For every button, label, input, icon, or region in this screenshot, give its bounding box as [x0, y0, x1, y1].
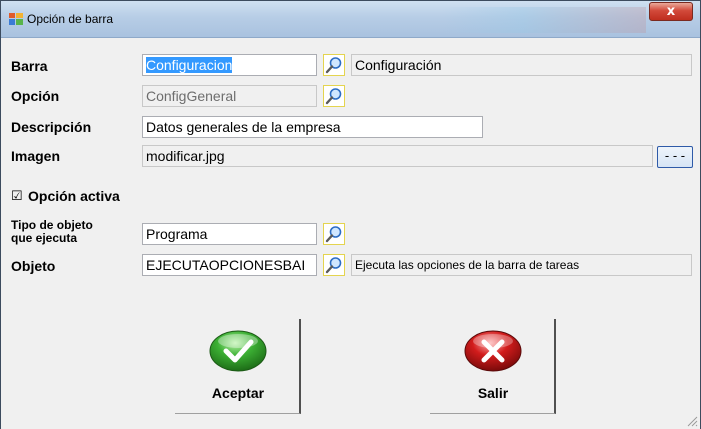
- barra-label: Barra: [11, 58, 48, 74]
- resize-grip-icon[interactable]: [686, 415, 698, 427]
- opcion-label: Opción: [11, 88, 60, 104]
- title-bar[interactable]: Opción de barra x: [1, 1, 700, 38]
- objeto-label: Objeto: [11, 258, 56, 274]
- barra-description-field: Configuración: [351, 54, 692, 76]
- barra-input-text: Configuracion: [146, 57, 233, 73]
- checkbox-icon[interactable]: ☑: [11, 189, 23, 202]
- title-bar-background-glow: [441, 7, 646, 33]
- imagen-input[interactable]: modificar.jpg: [142, 145, 653, 167]
- opcion-input[interactable]: ConfigGeneral: [142, 85, 317, 107]
- window-title: Opción de barra: [27, 12, 114, 26]
- form-area: Barra Configuracion Configuración Opción…: [1, 38, 700, 429]
- tipo-objeto-label: Tipo de objeto que ejecuta: [11, 219, 93, 245]
- opcion-activa-label: Opción activa: [28, 188, 120, 204]
- opcion-search-button[interactable]: [323, 85, 345, 107]
- search-icon: [325, 257, 342, 274]
- imagen-label: Imagen: [11, 148, 61, 164]
- close-button[interactable]: x: [649, 2, 693, 21]
- descripcion-label: Descripción: [11, 119, 92, 135]
- search-icon: [325, 88, 342, 105]
- objeto-description-field: Ejecuta las opciones de la barra de tare…: [351, 254, 692, 276]
- dialog-window: Opción de barra x Barra Configuracion Co…: [0, 0, 701, 429]
- exit-button-label: Salir: [477, 385, 509, 401]
- descripcion-input[interactable]: Datos generales de la empresa: [142, 116, 483, 138]
- x-icon: [464, 330, 522, 372]
- tipo-objeto-input[interactable]: Programa: [142, 223, 317, 245]
- barra-input[interactable]: Configuracion: [142, 54, 317, 76]
- objeto-search-button[interactable]: [323, 254, 345, 276]
- barra-search-button[interactable]: [323, 54, 345, 76]
- tipo-objeto-label-line2: que ejecuta: [11, 231, 78, 245]
- browse-image-button[interactable]: - - -: [657, 146, 693, 168]
- objeto-input[interactable]: EJECUTAOPCIONESBAI: [142, 254, 317, 276]
- search-icon: [325, 226, 342, 243]
- accept-button-label: Aceptar: [211, 385, 265, 401]
- tipo-objeto-search-button[interactable]: [323, 223, 345, 245]
- exit-button[interactable]: Salir: [430, 319, 556, 414]
- check-icon: [209, 330, 267, 372]
- accept-button[interactable]: Aceptar: [175, 319, 301, 414]
- app-icon: [9, 13, 23, 25]
- search-icon: [325, 57, 342, 74]
